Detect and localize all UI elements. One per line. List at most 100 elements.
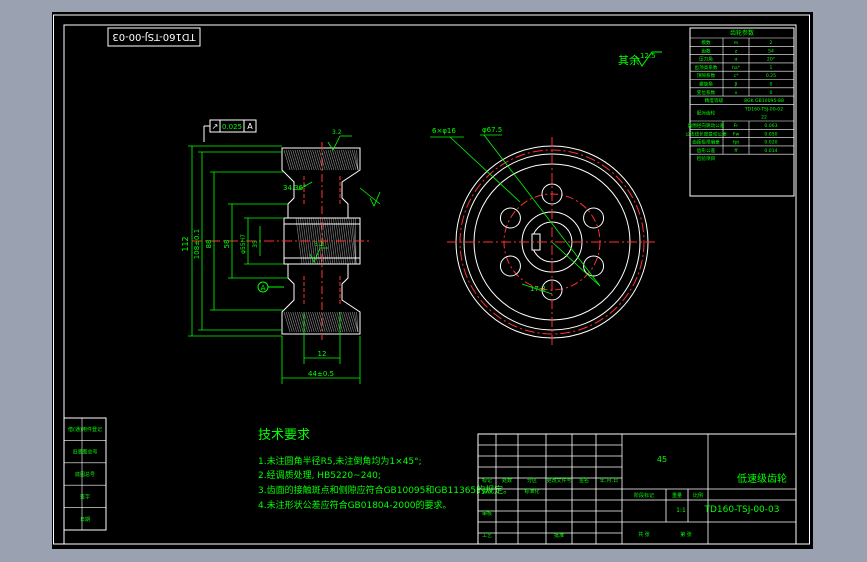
tech-line-4: 4.未注形状公差应符合GB01804-2000的要求。	[258, 499, 452, 511]
rev-header: 处数	[502, 477, 512, 484]
param-cell: 1	[770, 65, 773, 71]
code-box-text: TD160-TSJ-00-03	[112, 31, 196, 42]
hole-callout: 6×φ16	[432, 127, 456, 135]
param-cell: 20°	[767, 57, 775, 63]
param-cell: 变位系数	[697, 89, 716, 96]
param-cell: 54	[768, 48, 774, 54]
param-cell: 齿顶高系数	[695, 64, 718, 71]
dim-hub-width: 12	[318, 350, 327, 358]
param-cell: ff	[734, 148, 738, 154]
rev-header: 年.月.日	[600, 477, 618, 484]
tech-line-3: 3.齿面的接触斑点和侧隙应符合GB10095和GB11365的规定。	[258, 484, 512, 496]
rev-header: 标记	[482, 477, 492, 484]
sign-row-label: 工艺	[482, 533, 492, 539]
dim-hub: 35	[252, 240, 259, 248]
precision-value: 8GK GB10095-88	[744, 98, 784, 104]
gear-parameter-table: 齿轮参数 模数 m 2 齿数 z 54 压力角 α 20° 齿顶高系数 ha* 1 顶隙系数 c* 0.25…	[685, 27, 795, 197]
roughness-note-value: 12.5	[640, 52, 656, 60]
key-dim: 17.3	[530, 285, 546, 293]
front-view: 6×φ16 φ67.5 17.3	[430, 126, 657, 347]
param-cell: 齿距极限偏差	[692, 139, 720, 146]
param-cell: fpt	[733, 140, 740, 146]
params-title: 齿轮参数	[730, 29, 754, 37]
lightening-hole	[499, 255, 521, 277]
param-cell: α	[734, 58, 737, 63]
gear-drawing: TD160-TSJ-00-03 其余 12.5 ↗ 0.025 A 112 10…	[53, 14, 810, 545]
lightening-hole	[583, 255, 605, 277]
param-cell: 0.25	[766, 73, 776, 79]
group-label: 检验项目	[697, 155, 715, 162]
tech-line-2: 2.经调质处理, HB5220~240;	[258, 469, 381, 481]
param-cell: z	[735, 49, 738, 54]
param-cell: 0.063	[764, 123, 777, 129]
tol-symbol: ↗	[212, 122, 219, 131]
title-block: 45 低速级齿轮 TD160-TSJ-00-03 1:1 标记 处数 分区 更改文件号…	[477, 433, 797, 545]
roughness-note: 其余 12.5	[618, 51, 662, 67]
inner-frame	[63, 24, 797, 545]
pair-label: 配对齿轮	[697, 109, 716, 116]
sheet-number: 第 张	[680, 531, 692, 538]
param-cell: 压力角	[699, 56, 713, 63]
side-box-label: 签字	[80, 493, 90, 500]
tech-title: 技术要求	[258, 428, 310, 443]
standardization-label: 标准化	[524, 488, 539, 495]
dim-pitch-diameter: 108±0.1	[193, 229, 201, 259]
front-leaders	[430, 134, 601, 295]
dim-web-diameter: 58	[223, 240, 231, 249]
param-cell: 顶隙系数	[697, 72, 716, 79]
param-rows: 模数 m 2 齿数 z 54 压力角 α 20° 齿顶高系数 ha* 1 顶隙系数 c* 0.25 螺旋角 β 0…	[685, 37, 794, 162]
pair-code: TD160-TSJ-00-02	[744, 106, 783, 112]
lightening-hole	[499, 207, 521, 229]
ra-mid: 3.2	[314, 241, 324, 248]
sign-row-label: 审核	[482, 510, 492, 517]
sheet-total: 共 张	[638, 531, 650, 538]
ra-top: 3.2	[332, 129, 342, 136]
param-cell: 公法线长度变动公差	[685, 130, 727, 137]
param-cell: 齿数	[701, 47, 711, 54]
datum-a: A	[257, 281, 284, 293]
dim-outer-diameter: 112	[181, 236, 190, 251]
tol-datum: A	[247, 122, 253, 131]
param-cell: 2	[770, 40, 773, 46]
rev-header: 签名	[579, 477, 589, 484]
tech-requirements: 技术要求 1.未注圆角半径R5,未注倒角均为1×45°; 2.经调质处理, HB…	[258, 428, 512, 511]
param-cell: 齿圈径向跳动公差	[688, 122, 725, 129]
param-cell: 0	[770, 82, 773, 88]
param-cell: 0.050	[764, 131, 777, 137]
weight-label: 重量	[672, 492, 682, 499]
tol-value: 0.025	[222, 123, 242, 131]
dim-angle: 34.36°	[283, 184, 307, 192]
side-registration-box: 借(通)用件登记旧底图总号底图总号签字日期	[63, 417, 107, 531]
pair-teeth: 22	[761, 114, 767, 120]
dim-rim-inner: 88	[205, 240, 213, 249]
param-cell: 0.014	[764, 148, 777, 154]
cad-viewport: TD160-TSJ-00-03 其余 12.5 ↗ 0.025 A 112 10…	[0, 0, 867, 562]
datum-a-label: A	[261, 284, 266, 292]
precision-label: 精度等级	[705, 97, 724, 104]
param-cell: 螺旋角	[699, 81, 713, 88]
tech-line-1: 1.未注圆角半径R5,未注倒角均为1×45°;	[258, 455, 422, 467]
tolerance-frame: ↗ 0.025 A	[203, 119, 257, 142]
scale-value: 1:1	[676, 507, 686, 514]
param-cell: 模数	[701, 39, 711, 46]
param-cell: Fw	[733, 131, 740, 137]
param-cell: 0.020	[764, 140, 777, 146]
param-cell: x	[735, 91, 738, 96]
param-cell: c*	[734, 73, 740, 79]
param-cell: ha*	[732, 65, 741, 71]
dim-bore: φ55H7	[240, 234, 247, 254]
scale-label: 比例	[693, 492, 703, 499]
side-box-label: 日期	[80, 517, 90, 523]
stage-label: 阶段标记	[634, 492, 654, 499]
param-cell: 齿形公差	[697, 147, 716, 154]
approve-label: 批准	[554, 532, 564, 539]
pcd-callout: φ67.5	[482, 126, 502, 134]
dim-face-width: 44±0.5	[308, 370, 334, 378]
side-box-label: 借(通)用件登记	[68, 426, 102, 433]
code-box: TD160-TSJ-00-03	[107, 27, 201, 47]
param-cell: 0	[770, 90, 773, 96]
rev-header: 更改文件号	[546, 477, 571, 484]
part-code: TD160-TSJ-00-03	[704, 505, 780, 515]
param-cell: β	[735, 82, 738, 88]
side-box-label: 旧底图总号	[72, 449, 97, 456]
